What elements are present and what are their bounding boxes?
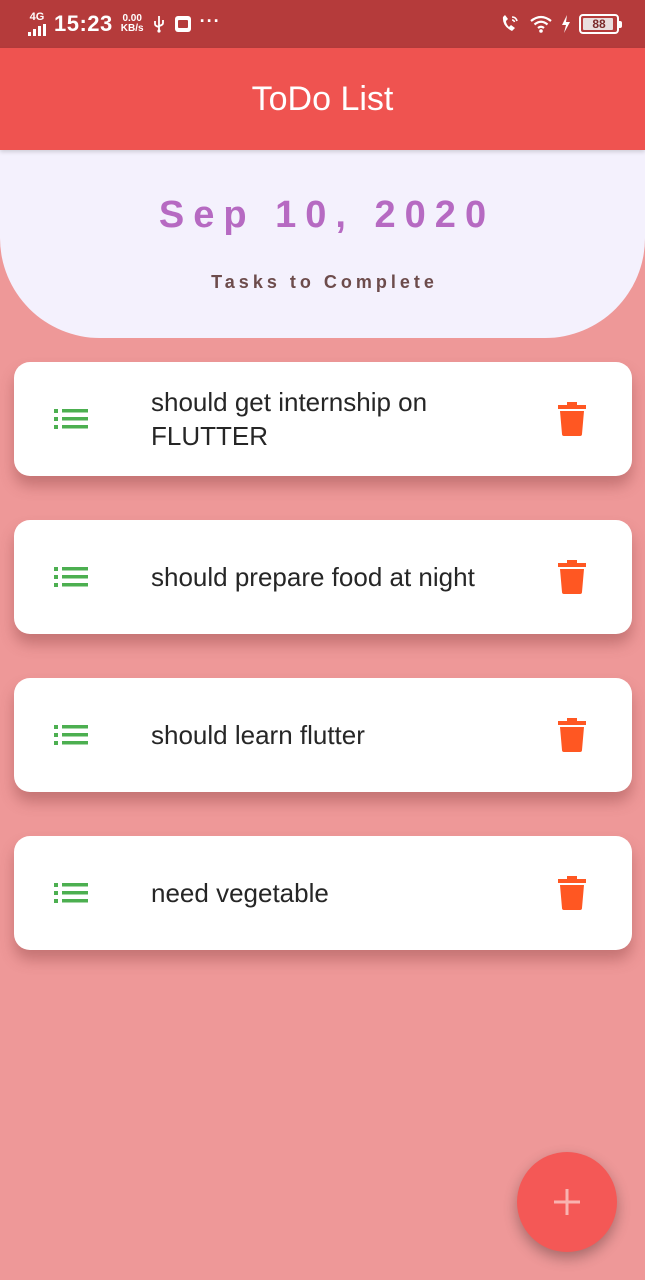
add-task-button[interactable] [517,1152,617,1252]
charging-icon [561,15,571,33]
app-notification-icon [174,15,192,33]
battery-icon: 88 [579,14,622,34]
task-item[interactable]: should prepare food at night [14,520,632,634]
delete-icon [558,718,586,752]
network-type: 4G [29,11,45,23]
status-bar-left: 4G 15:23 0.00 KB/s ··· [28,11,221,37]
task-item[interactable]: need vegetable [14,836,632,950]
task-item[interactable]: should learn flutter [14,678,632,792]
app-title: ToDo List [251,79,394,118]
list-icon [54,566,88,588]
network-speed-unit: KB/s [120,23,144,34]
delete-icon [558,876,586,910]
usb-icon [152,15,166,33]
task-text: should prepare food at night [151,562,475,592]
current-date: Sep 10, 2020 [158,194,496,236]
task-item[interactable]: should get internship on FLUTTER [14,362,632,476]
tasks-subtitle: Tasks to Complete [211,272,438,292]
list-icon [54,408,88,430]
wifi-icon [529,15,553,33]
task-text: need vegetable [151,878,329,908]
list-icon [54,724,88,746]
task-text: should learn flutter [151,720,365,750]
delete-icon [558,560,586,594]
delete-icon [558,402,586,436]
delete-button[interactable] [552,397,592,441]
task-text: should get internship on FLUTTER [151,387,428,451]
battery-level: 88 [592,17,606,31]
status-bar-right: 88 [499,14,622,34]
delete-button[interactable] [552,871,592,915]
network-speed: 0.00 KB/s [120,13,144,35]
delete-button[interactable] [552,713,592,757]
signal-bars-icon [28,24,46,36]
add-icon [554,1189,580,1215]
date-header: Sep 10, 2020 Tasks to Complete [0,150,645,338]
wifi-calling-icon [499,14,521,34]
list-icon [54,882,88,904]
task-list: should get internship on FLUTTER should … [14,362,632,994]
signal-indicator: 4G [28,12,46,36]
app-bar: ToDo List [0,48,645,150]
status-bar: 4G 15:23 0.00 KB/s ··· 88 [0,0,645,48]
status-time: 15:23 [54,11,113,36]
delete-button[interactable] [552,555,592,599]
more-notifications-icon: ··· [199,10,221,31]
